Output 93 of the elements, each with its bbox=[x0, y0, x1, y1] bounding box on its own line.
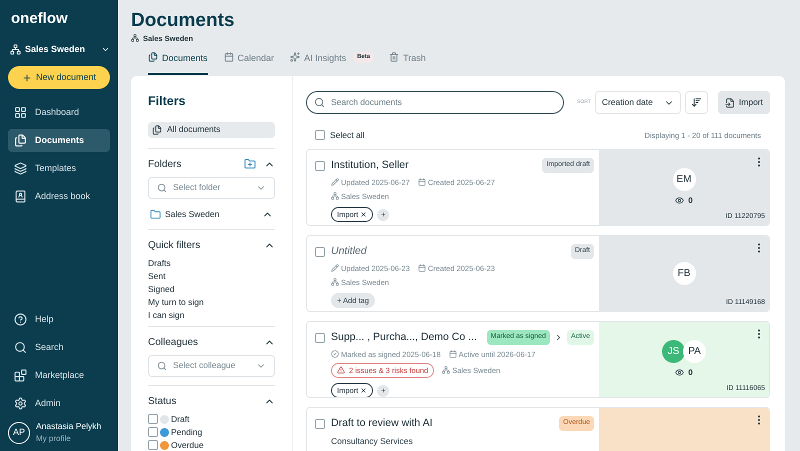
close-icon[interactable] bbox=[360, 211, 368, 218]
nav-item[interactable]: Help bbox=[8, 308, 110, 332]
trash-icon bbox=[389, 52, 400, 62]
checkbox[interactable] bbox=[315, 130, 325, 140]
search-icon bbox=[314, 97, 325, 108]
workspace-icon bbox=[331, 278, 339, 286]
workspace-icon bbox=[131, 34, 139, 42]
checkbox[interactable] bbox=[148, 414, 158, 424]
nav-item[interactable]: Marketplace bbox=[8, 364, 110, 388]
folder-item[interactable]: Sales Sweden bbox=[165, 208, 258, 221]
select-field[interactable]: Select folder bbox=[148, 176, 275, 199]
document-title[interactable]: Draft to review with AI bbox=[331, 416, 433, 432]
status-label: Overdue bbox=[171, 440, 204, 451]
search-icon bbox=[14, 341, 27, 354]
all-documents-filter[interactable]: All documents bbox=[148, 122, 275, 138]
select-all-label[interactable]: Select all bbox=[330, 129, 645, 142]
section-title: Folders bbox=[148, 158, 182, 172]
quick-filter-link[interactable]: My turn to sign bbox=[148, 296, 275, 308]
calendar-icon bbox=[418, 264, 426, 272]
document-subtitle: Consultancy Services bbox=[331, 434, 414, 448]
import-icon bbox=[724, 98, 735, 108]
check-circle-icon bbox=[331, 350, 339, 358]
sort-order-button[interactable] bbox=[684, 91, 708, 114]
sparkle-icon bbox=[290, 52, 300, 62]
eye-icon bbox=[675, 368, 684, 378]
nav-item[interactable]: Address book bbox=[8, 185, 110, 208]
filters-title: Filters bbox=[148, 93, 187, 110]
checkbox[interactable] bbox=[315, 332, 325, 343]
import-button[interactable]: Import bbox=[718, 91, 770, 114]
nav-item[interactable]: Dashboard bbox=[8, 101, 110, 124]
calendar-icon bbox=[418, 178, 426, 186]
folder-icon bbox=[150, 208, 161, 220]
nav-item[interactable]: Search bbox=[8, 336, 110, 360]
quick-filter-link[interactable]: Signed bbox=[148, 284, 275, 295]
section-title: Colleagues bbox=[148, 336, 198, 350]
nav-item[interactable]: Templates bbox=[8, 157, 110, 180]
select-field[interactable]: Select colleague bbox=[148, 354, 275, 377]
documents-icon bbox=[148, 52, 158, 62]
sort-dropdown[interactable]: Creation date bbox=[594, 91, 681, 114]
checkbox[interactable] bbox=[315, 160, 325, 171]
tab[interactable]: Calendar bbox=[224, 52, 274, 75]
quick-filter-link[interactable]: I can sign bbox=[148, 310, 275, 321]
address-book-icon bbox=[14, 190, 27, 203]
eye-icon bbox=[675, 196, 684, 206]
grid-icon bbox=[14, 106, 27, 119]
new-document-button[interactable]: New document bbox=[8, 66, 110, 89]
views-count: 0 bbox=[688, 366, 693, 379]
logo[interactable]: oneflow bbox=[11, 8, 110, 30]
checkbox[interactable] bbox=[315, 246, 325, 257]
avatar[interactable]: EM bbox=[672, 168, 696, 191]
workspace-icon bbox=[10, 44, 21, 55]
blocks-icon bbox=[14, 369, 27, 382]
settings-icon bbox=[14, 397, 27, 410]
avatar[interactable]: FB bbox=[672, 262, 696, 285]
document-title[interactable]: Untitled bbox=[331, 244, 367, 260]
search-icon bbox=[157, 360, 167, 371]
document-title[interactable]: Institution, Seller bbox=[331, 158, 409, 174]
document-title[interactable]: Supp... , Purcha..., Demo Co ... bbox=[331, 330, 477, 346]
help-icon bbox=[14, 313, 27, 326]
workspace-icon bbox=[331, 192, 339, 200]
profile-name[interactable]: Anastasia Pelykh bbox=[36, 420, 102, 433]
layers-icon bbox=[14, 162, 27, 175]
close-icon[interactable] bbox=[360, 387, 368, 394]
checkbox[interactable] bbox=[148, 440, 158, 450]
profile-link[interactable]: My profile bbox=[36, 433, 102, 445]
profile-avatar[interactable]: AP bbox=[8, 422, 30, 444]
pencil-icon bbox=[331, 178, 339, 186]
quick-filter-link[interactable]: Sent bbox=[148, 270, 275, 282]
new-folder-icon[interactable] bbox=[244, 158, 256, 170]
tab[interactable]: Trash bbox=[389, 52, 426, 75]
search-field[interactable]: Search documents bbox=[306, 91, 564, 114]
documents-icon bbox=[14, 134, 27, 147]
calendar-icon bbox=[448, 350, 457, 358]
nav-item[interactable]: Admin bbox=[8, 392, 110, 416]
workspace-switcher[interactable]: Sales Sweden bbox=[10, 42, 110, 56]
checkbox[interactable] bbox=[148, 427, 158, 438]
status-label: Draft bbox=[171, 414, 190, 425]
calendar-icon bbox=[224, 52, 234, 62]
section-title: Quick filters bbox=[148, 238, 200, 253]
checkbox[interactable] bbox=[315, 418, 325, 429]
status-label: Pending bbox=[171, 426, 202, 438]
workspace-icon bbox=[442, 366, 450, 374]
documents-icon bbox=[152, 124, 162, 135]
pencil-icon bbox=[331, 264, 339, 272]
page-title: Documents bbox=[131, 9, 236, 33]
views-count: 0 bbox=[688, 194, 693, 207]
search-icon bbox=[157, 182, 167, 193]
sort-icon bbox=[690, 97, 702, 108]
section-title: Status bbox=[148, 394, 176, 409]
avatar[interactable]: PA bbox=[683, 340, 706, 363]
nav-item[interactable]: Documents bbox=[8, 129, 110, 152]
plus-icon bbox=[22, 72, 32, 82]
quick-filter-link[interactable]: Drafts bbox=[148, 258, 275, 269]
